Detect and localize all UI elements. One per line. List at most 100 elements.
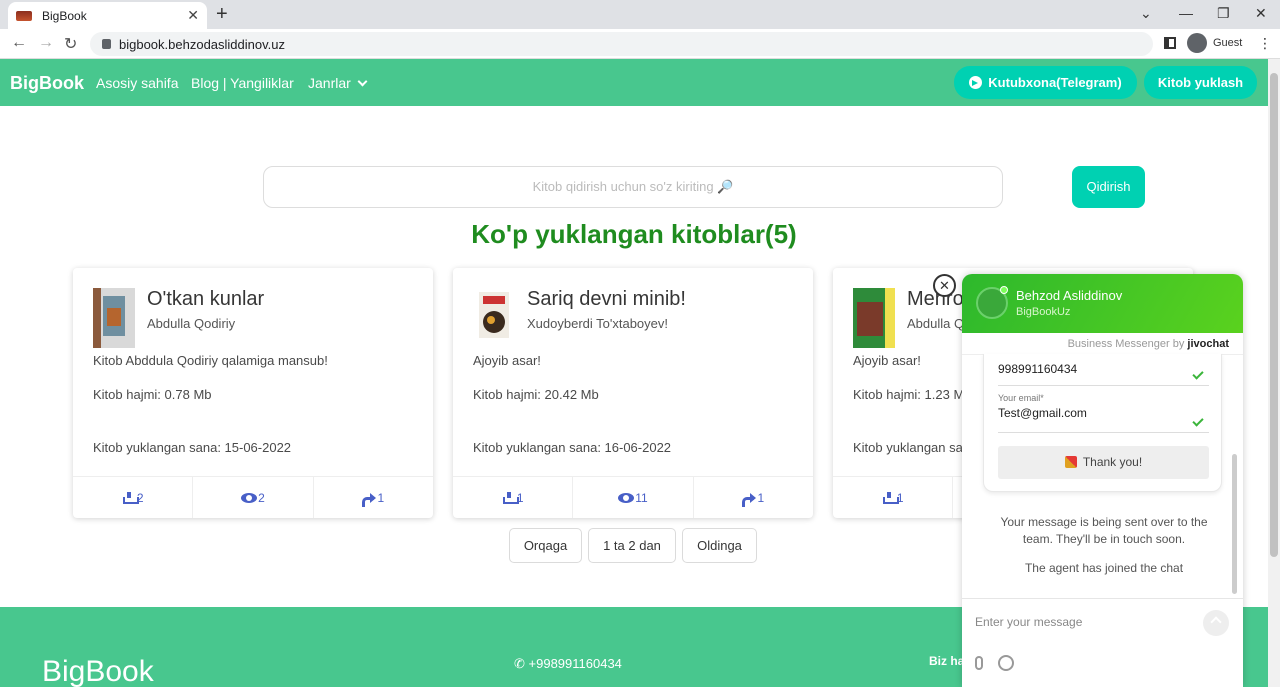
forward-button[interactable]: →: [38, 34, 54, 52]
scrollbar-thumb[interactable]: [1270, 73, 1278, 557]
share-count: 1: [377, 490, 385, 505]
footer-phone[interactable]: ✆ +998991160434: [514, 656, 622, 672]
tab-close-icon[interactable]: ✕: [187, 7, 199, 24]
avatar-icon: [1187, 33, 1207, 53]
message-sent-notice: Your message is being sent over to the t…: [1000, 515, 1208, 546]
telegram-button-label: Kutubxona(Telegram): [988, 75, 1122, 90]
tab-title: BigBook: [42, 8, 87, 23]
favicon-icon: [16, 10, 32, 21]
nav-blog-link[interactable]: Blog | Yangiliklar: [191, 75, 294, 91]
book-description: Ajoyib asar!: [853, 353, 921, 368]
nav-genres-dropdown[interactable]: Janrlar: [308, 75, 368, 91]
chat-scrollbar[interactable]: [1232, 454, 1237, 594]
browser-tabstrip: BigBook ✕ + ⌄ — ❐ ✕: [0, 0, 1280, 29]
minimize-button[interactable]: —: [1179, 5, 1193, 21]
phone-field[interactable]: 998991160434: [998, 354, 1209, 386]
share-button[interactable]: 1: [314, 477, 433, 518]
contact-form-card: 998991160434 Your email* Test@gmail.com …: [983, 354, 1222, 492]
address-bar[interactable]: bigbook.behzodasliddinov.uz: [90, 32, 1153, 56]
book-title[interactable]: O'tkan kunlar: [147, 288, 264, 311]
footer-about: Biz ha: [929, 654, 965, 668]
attachment-icon[interactable]: [975, 656, 983, 670]
book-card-footer: 1 11 1: [453, 476, 813, 518]
prev-page-button[interactable]: Orqaga: [509, 528, 582, 563]
download-icon: [882, 491, 899, 504]
upload-book-button[interactable]: Kitob yuklash: [1144, 66, 1257, 99]
book-author: Abdulla Qodiriy: [147, 316, 236, 331]
footer-phone-number: +998991160434: [528, 656, 622, 671]
browser-tab[interactable]: BigBook ✕: [8, 2, 207, 29]
close-window-button[interactable]: ✕: [1255, 5, 1267, 22]
views-count: 11: [635, 490, 648, 505]
restore-button[interactable]: ❐: [1217, 5, 1230, 22]
nav-home-link[interactable]: Asosiy sahifa: [96, 75, 178, 91]
download-button[interactable]: 1: [833, 477, 954, 518]
share-button[interactable]: 1: [694, 477, 813, 518]
chat-powered-by: Business Messenger by jivochat: [962, 333, 1243, 355]
book-description: Kitob Abddula Qodiriy qalamiga mansub!: [93, 353, 328, 368]
book-description: Ajoyib asar!: [473, 353, 541, 368]
search-button[interactable]: Qidirish: [1072, 166, 1145, 208]
book-author: Xudoyberdi To'xtaboyev!: [527, 316, 669, 331]
book-card[interactable]: O'tkan kunlar Abdulla Qodiriy Kitob Abdd…: [73, 268, 433, 518]
browser-toolbar: ← → ↻ bigbook.behzodasliddinov.uz Guest …: [0, 29, 1280, 59]
emoji-icon[interactable]: [998, 655, 1014, 671]
download-button[interactable]: 1: [453, 477, 574, 518]
share-icon: [362, 492, 377, 507]
site-logo[interactable]: BigBook: [10, 73, 84, 94]
book-cover-image: [93, 288, 135, 348]
new-tab-button[interactable]: +: [216, 4, 228, 24]
send-button[interactable]: [1203, 610, 1229, 636]
phone-field-value: 998991160434: [998, 362, 1078, 376]
views-button[interactable]: 2: [193, 477, 314, 518]
site-navbar: BigBook Asosiy sahifa Blog | Yangiliklar…: [0, 59, 1268, 106]
reload-button[interactable]: ↻: [64, 34, 77, 54]
share-icon: [742, 492, 757, 507]
book-cover-image: [479, 292, 509, 338]
back-button[interactable]: ←: [11, 34, 27, 52]
page-scrollbar[interactable]: [1268, 59, 1280, 687]
page-indicator: 1 ta 2 dan: [588, 528, 676, 563]
download-button[interactable]: 2: [73, 477, 194, 518]
email-field-label: Your email*: [998, 393, 1044, 403]
book-size: Kitob hajmi: 0.78 Mb: [93, 387, 212, 402]
agent-joined-notice: The agent has joined the chat: [1024, 561, 1184, 575]
book-card[interactable]: Sariq devni minib! Xudoyberdi To'xtaboye…: [453, 268, 813, 518]
party-popper-icon: [1064, 456, 1077, 468]
share-count: 1: [757, 490, 765, 505]
url-text: bigbook.behzodasliddinov.uz: [119, 36, 285, 52]
chat-widget: Behzod Asliddinov BigBookUz Business Mes…: [962, 274, 1243, 687]
download-icon: [502, 491, 519, 504]
phone-icon: ✆: [514, 656, 529, 671]
email-field-value: Test@gmail.com: [998, 406, 1087, 420]
search-input[interactable]: Kitob qidirish uchun so'z kiriting 🔎: [263, 166, 1003, 208]
agent-subtitle: BigBookUz: [1016, 306, 1071, 318]
book-title[interactable]: Sariq devni minib!: [527, 288, 686, 311]
views-button[interactable]: 11: [573, 477, 694, 518]
book-date: Kitob yuklangan sana: 16-06-2022: [473, 440, 672, 455]
nav-genres-label: Janrlar: [308, 75, 351, 91]
download-icon: [122, 491, 139, 504]
side-panel-icon[interactable]: [1164, 37, 1176, 49]
chat-input-area: Enter your message: [962, 598, 1243, 687]
jivochat-logo[interactable]: jivochat: [1187, 338, 1229, 350]
telegram-library-button[interactable]: Kutubxona(Telegram): [954, 66, 1137, 99]
email-field[interactable]: Your email* Test@gmail.com: [998, 393, 1209, 433]
book-date: Kitob yuklangan sana: 15-06-2022: [93, 440, 292, 455]
book-date: Kitob yuklangan sana: [853, 440, 978, 455]
browser-menu-icon[interactable]: ⋮: [1258, 35, 1272, 52]
lock-icon: [102, 39, 111, 49]
page-title: Ko'p yuklangan kitoblar(5): [471, 219, 797, 249]
powered-prefix: Business Messenger by: [1067, 338, 1188, 350]
next-page-button[interactable]: Oldinga: [682, 528, 757, 563]
chat-close-button[interactable]: ✕: [933, 274, 956, 297]
thank-you-button[interactable]: Thank you!: [998, 446, 1209, 479]
chat-message-input[interactable]: Enter your message: [975, 615, 1082, 629]
chat-header: Behzod Asliddinov BigBookUz: [962, 274, 1243, 333]
profile-button[interactable]: Guest: [1187, 33, 1242, 53]
views-count: 2: [258, 490, 265, 505]
book-author: Abdulla Q: [907, 316, 965, 331]
tab-search-icon[interactable]: ⌄: [1140, 5, 1152, 22]
footer-brand: BigBook: [42, 655, 154, 687]
eye-icon: [241, 492, 258, 503]
